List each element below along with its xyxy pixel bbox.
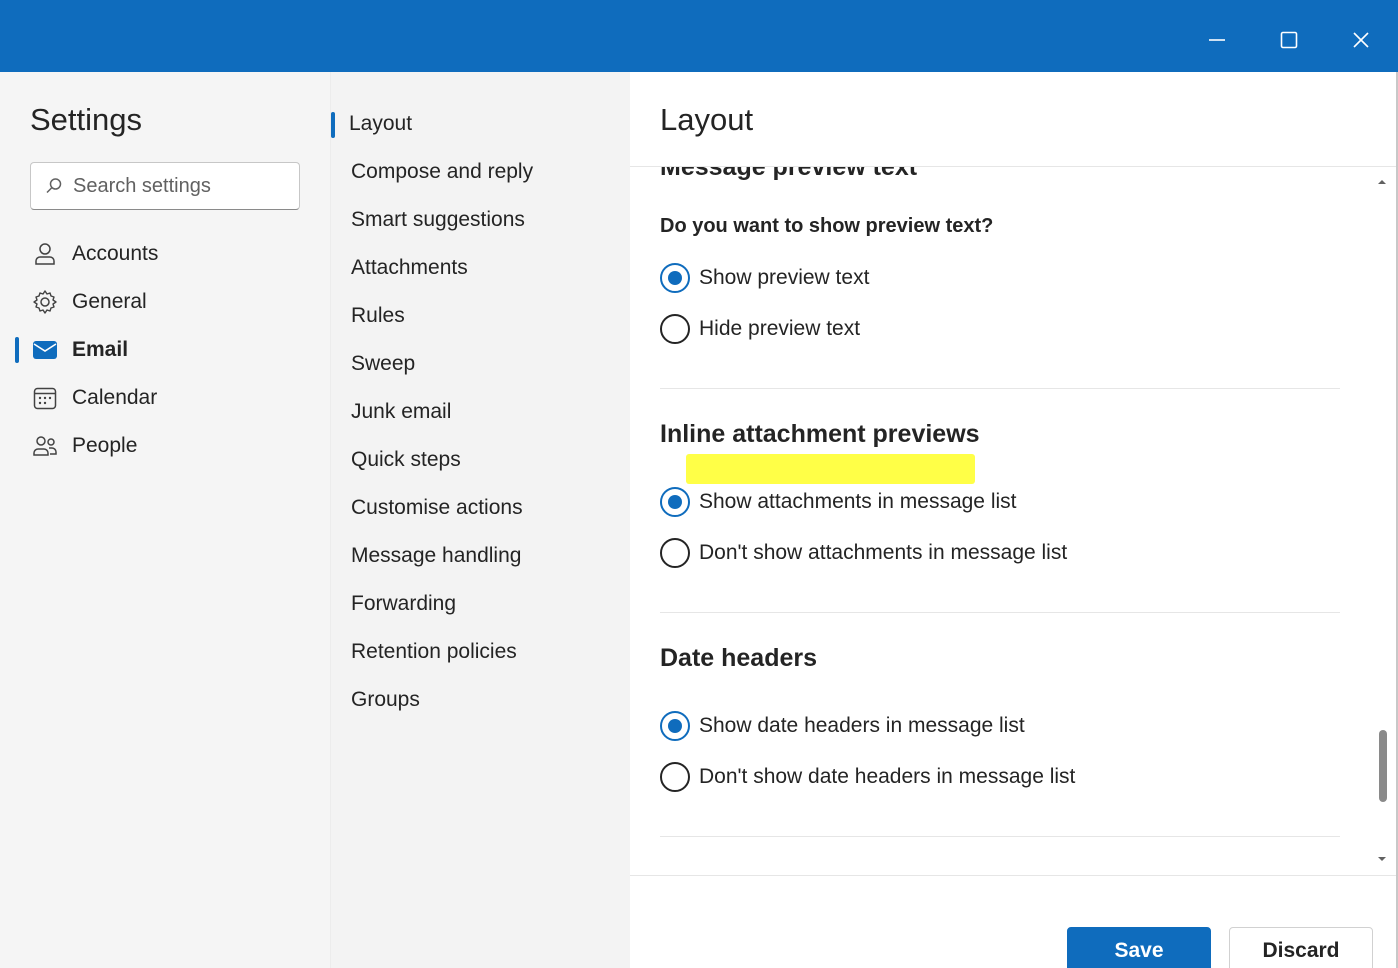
person-icon	[30, 239, 60, 269]
title-bar	[0, 0, 1398, 72]
minimize-icon	[1209, 39, 1225, 41]
section-heading-message-preview-text: Message preview text	[660, 167, 918, 181]
radio-dont-show-date-headers[interactable]: Don't show date headers in message list	[660, 761, 1075, 793]
subnav-item-customise-actions[interactable]: Customise actions	[351, 493, 523, 523]
section-heading-date-headers: Date headers	[660, 644, 818, 672]
page-title: Layout	[660, 102, 754, 137]
nav-item-label: General	[72, 290, 147, 313]
chevron-up-icon	[1378, 180, 1386, 184]
maximize-button[interactable]	[1263, 14, 1315, 66]
minimize-button[interactable]	[1191, 14, 1243, 66]
radio-button[interactable]	[660, 762, 690, 792]
nav-item-label: People	[72, 434, 138, 457]
people-icon	[30, 431, 60, 461]
section-divider	[660, 836, 1340, 837]
radio-hide-preview-text[interactable]: Hide preview text	[660, 313, 860, 345]
radio-button-checked[interactable]	[660, 263, 690, 293]
gear-icon	[30, 287, 60, 317]
subnav-item-junk-email[interactable]: Junk email	[351, 397, 451, 427]
save-button[interactable]: Save	[1067, 927, 1211, 968]
active-nav-indicator	[15, 337, 19, 363]
preview-text-question: Do you want to show preview text?	[660, 215, 994, 237]
radio-button[interactable]	[660, 314, 690, 344]
radio-show-attachments[interactable]: Show attachments in message list	[660, 486, 1016, 518]
radio-label: Show date headers in message list	[699, 714, 1025, 737]
subnav-item-rules[interactable]: Rules	[351, 301, 405, 331]
radio-label: Don't show attachments in message list	[699, 541, 1068, 564]
radio-label: Hide preview text	[699, 317, 861, 340]
search-box[interactable]	[30, 162, 300, 210]
footer-actions: Save Discard	[630, 875, 1396, 968]
maximize-icon	[1280, 31, 1298, 49]
subnav-item-smart-suggestions[interactable]: Smart suggestions	[351, 205, 525, 235]
layout-settings-panel: Layout Message preview text Do you want …	[630, 72, 1396, 968]
search-input[interactable]	[73, 174, 283, 198]
radio-show-date-headers[interactable]: Show date headers in message list	[660, 710, 1025, 742]
nav-item-label: Accounts	[72, 242, 159, 265]
section-divider	[660, 388, 1340, 389]
subnav-item-quick-steps[interactable]: Quick steps	[351, 445, 461, 475]
radio-show-preview-text[interactable]: Show preview text	[660, 262, 869, 294]
nav-item-calendar[interactable]: Calendar	[30, 378, 320, 418]
section-divider	[660, 612, 1340, 613]
settings-scroll-area[interactable]: Message preview text Do you want to show…	[630, 167, 1396, 875]
nav-item-email[interactable]: Email	[30, 330, 320, 370]
calendar-icon	[30, 383, 60, 413]
highlight-mark	[686, 454, 975, 484]
scrollbar-thumb[interactable]	[1379, 730, 1387, 802]
radio-label: Show preview text	[699, 266, 870, 289]
settings-nav: Settings Accounts General Email Calendar…	[0, 72, 330, 968]
nav-item-general[interactable]: General	[30, 282, 320, 322]
subnav-item-attachments[interactable]: Attachments	[351, 253, 468, 283]
nav-item-accounts[interactable]: Accounts	[30, 234, 320, 274]
subnav-item-groups[interactable]: Groups	[351, 685, 420, 715]
section-heading-inline-attachment-previews: Inline attachment previews	[660, 420, 980, 448]
email-subnav: Layout Compose and reply Smart suggestio…	[330, 72, 630, 968]
radio-button-checked[interactable]	[660, 487, 690, 517]
nav-item-people[interactable]: People	[30, 426, 320, 466]
subnav-item-layout[interactable]: Layout	[349, 109, 412, 139]
mail-icon	[30, 335, 60, 365]
discard-button[interactable]: Discard	[1229, 927, 1373, 968]
radio-button-checked[interactable]	[660, 711, 690, 741]
nav-item-label: Calendar	[72, 386, 158, 409]
radio-label: Don't show date headers in message list	[699, 765, 1076, 788]
close-button[interactable]	[1335, 14, 1387, 66]
subnav-item-retention-policies[interactable]: Retention policies	[351, 637, 517, 667]
scroll-down-arrow[interactable]	[1375, 852, 1389, 866]
search-icon	[46, 178, 62, 194]
active-subnav-indicator	[331, 112, 335, 138]
radio-dont-show-attachments[interactable]: Don't show attachments in message list	[660, 537, 1067, 569]
settings-title: Settings	[30, 102, 143, 137]
subnav-item-sweep[interactable]: Sweep	[351, 349, 415, 379]
subnav-item-forwarding[interactable]: Forwarding	[351, 589, 456, 619]
nav-item-label: Email	[72, 338, 129, 361]
subnav-item-compose-and-reply[interactable]: Compose and reply	[351, 157, 533, 187]
scroll-up-arrow[interactable]	[1375, 175, 1389, 189]
close-icon	[1353, 32, 1369, 48]
subnav-item-message-handling[interactable]: Message handling	[351, 541, 521, 571]
chevron-down-icon	[1378, 857, 1386, 861]
radio-label: Show attachments in message list	[699, 490, 1017, 513]
radio-button[interactable]	[660, 538, 690, 568]
